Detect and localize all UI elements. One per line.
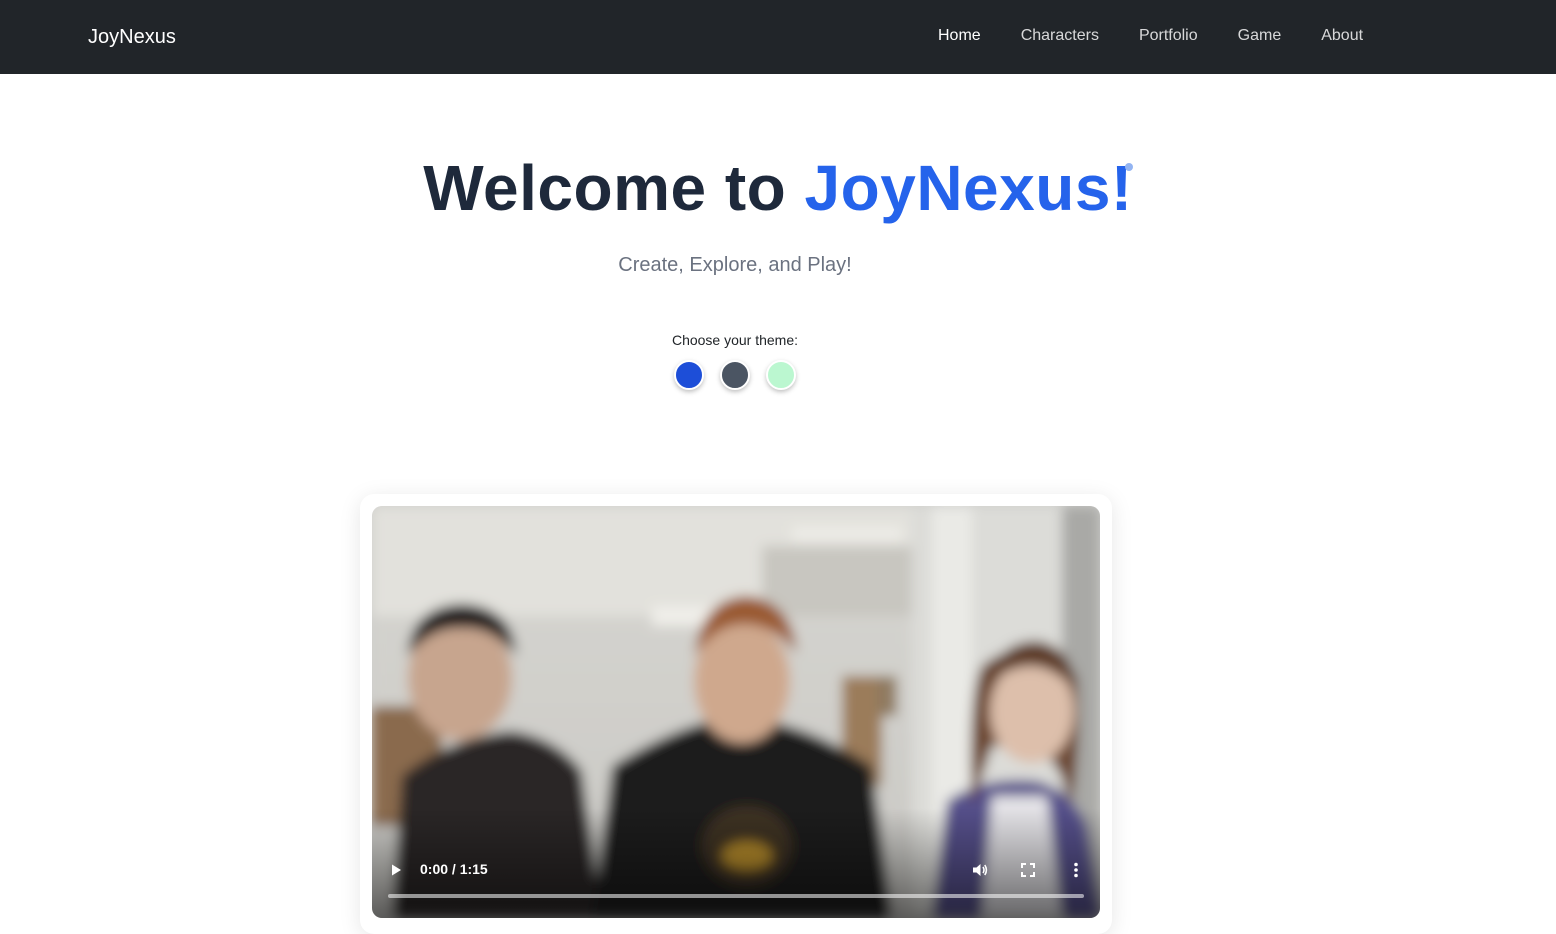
title-decoration-dot	[1125, 163, 1133, 171]
video-progress-bar[interactable]	[388, 894, 1084, 898]
video-player[interactable]: 0:00 / 1:15	[372, 506, 1100, 918]
fullscreen-button[interactable]	[1016, 858, 1040, 882]
nav-link-characters[interactable]: Characters	[1021, 25, 1099, 47]
theme-swatches	[674, 360, 812, 390]
more-options-button[interactable]	[1064, 858, 1088, 882]
hero-title-prefix: Welcome to	[423, 152, 805, 224]
video-controls: 0:00 / 1:15	[372, 856, 1100, 896]
theme-swatch-green[interactable]	[766, 360, 796, 390]
hero-title-brand: JoyNexus!	[804, 152, 1133, 224]
nav-link-game[interactable]: Game	[1238, 25, 1282, 47]
theme-picker-label: Choose your theme:	[671, 332, 799, 348]
nav-link-home[interactable]: Home	[938, 25, 981, 47]
play-button[interactable]	[384, 858, 408, 882]
hero-title: Welcome to JoyNexus!	[0, 148, 1556, 228]
nav-link-about[interactable]: About	[1321, 25, 1363, 47]
navbar: JoyNexus Home Characters Portfolio Game …	[0, 0, 1556, 74]
volume-icon	[973, 864, 988, 876]
hero-subtitle: Create, Explore, and Play!	[618, 254, 852, 276]
video-card: 0:00 / 1:15	[360, 494, 1112, 934]
nav-links: Home Characters Portfolio Game About	[938, 25, 1403, 47]
play-icon	[392, 864, 401, 876]
brand-logo[interactable]: JoyNexus	[88, 24, 176, 50]
nav-link-portfolio[interactable]: Portfolio	[1139, 25, 1198, 47]
theme-swatch-gray[interactable]	[720, 360, 750, 390]
more-options-icon	[1074, 862, 1078, 878]
theme-swatch-blue[interactable]	[674, 360, 704, 390]
fullscreen-icon	[1021, 863, 1035, 877]
video-time-display: 0:00 / 1:15	[420, 861, 488, 877]
volume-button[interactable]	[968, 858, 992, 882]
